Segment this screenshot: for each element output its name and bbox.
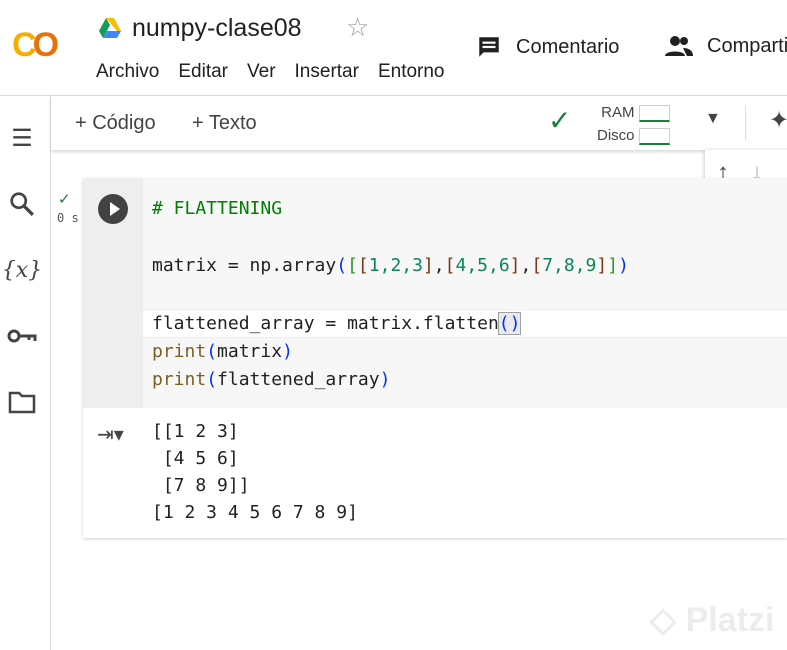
code-token: [ [347,255,358,276]
watermark-text: Platzi [685,601,775,639]
key-icon[interactable] [6,320,38,352]
cell-gutter [83,178,143,408]
run-button[interactable] [98,194,128,224]
table-of-contents-icon[interactable]: ☰ [6,122,38,154]
code-editor[interactable]: # FLATTENING matrix = np.array([[1,2,3],[… [143,178,787,408]
menu-bar: Archivo Editar Ver Insertar Entorno [96,61,452,83]
code-token: flattened_array = matrix.flatten [152,313,499,334]
code-line: matrix = np.array([[1,2,3],[4,5,6],[7,8,… [152,252,787,281]
disk-label: Disco [597,127,635,144]
code-token: flattened_array [217,369,380,390]
sparkle-icon[interactable]: ✦ [769,106,787,135]
code-token: ) [282,340,293,362]
code-token: print [152,369,207,390]
code-token: [ [444,255,456,276]
comment-button[interactable]: Comentario [476,34,619,60]
code-token: ) [379,369,391,390]
cell-output: [[1 2 3] [4 5 6] [7 8 9]] [1 2 3 4 5 6 7… [152,421,358,523]
chevron-down-icon[interactable]: ▼ [705,110,721,128]
google-drive-icon [99,18,121,38]
people-icon [665,36,693,56]
code-line: # FLATTENING [152,195,787,224]
ram-meter [638,104,670,122]
code-token: ] [596,255,608,276]
code-token: ) [618,255,629,276]
ram-label: RAM [601,104,635,121]
code-token: ( [336,255,348,276]
code-token: ( [206,369,218,390]
code-token: ( [206,340,218,362]
code-cell[interactable]: # FLATTENING matrix = np.array([[1,2,3],[… [83,178,787,538]
notebook-title[interactable]: numpy-clase08 [132,14,302,43]
code-token: ] [607,255,619,276]
code-token: 4,5,6 [455,255,510,276]
menu-editar[interactable]: Editar [178,61,228,83]
code-token: matrix [217,340,283,362]
code-line: print(flattened_array) [152,366,787,395]
share-button[interactable]: Compartir [665,34,787,58]
platzi-watermark: ◇ Platzi [650,601,775,639]
menu-archivo[interactable]: Archivo [96,61,159,83]
menu-ver[interactable]: Ver [247,61,276,83]
code-token: ] [422,255,434,276]
left-sidebar: ☰ {x} [0,96,51,650]
resources-indicator[interactable]: RAM Disco [597,101,670,147]
code-token: , [520,255,532,276]
connected-check-icon: ✓ [548,105,572,136]
divider [745,106,746,140]
comment-icon [479,37,499,57]
search-icon[interactable] [6,188,38,220]
code-line: print(matrix) [152,338,787,367]
code-token: ] [509,255,521,276]
folder-icon[interactable] [6,386,38,418]
disk-meter [638,127,670,145]
code-token: () [497,312,522,335]
header: CO numpy-clase08 ☆ Archivo Editar Ver In… [0,0,787,96]
notebook-toolbar: + Código + Texto ✓ RAM Disco ▼ ✦ [51,96,787,150]
exec-time: 0 s [57,211,79,225]
variables-icon[interactable]: {x} [2,254,42,286]
add-text-button[interactable]: + Texto [192,112,257,135]
colab-logo[interactable]: CO [12,26,59,65]
code-line: flattened_array = matrix.flatten() [143,309,787,338]
exec-check-icon: ✓ [58,191,71,208]
code-token: [ [531,255,543,276]
menu-insertar[interactable]: Insertar [295,61,359,83]
star-icon[interactable]: ☆ [346,12,369,43]
comment-label: Comentario [516,35,620,58]
code-token: print [152,340,207,362]
code-token: [ [357,255,369,276]
share-label: Compartir [707,34,787,57]
menu-entorno[interactable]: Entorno [378,61,445,83]
code-token: matrix = np.array [152,255,337,276]
code-token: # FLATTENING [152,198,283,219]
add-code-button[interactable]: + Código [75,112,156,135]
code-token: 1,2,3 [368,255,423,276]
output-toggle-icon[interactable]: ⇥▾ [97,422,124,447]
code-token: 7,8,9 [542,255,597,276]
code-token: , [433,255,445,276]
